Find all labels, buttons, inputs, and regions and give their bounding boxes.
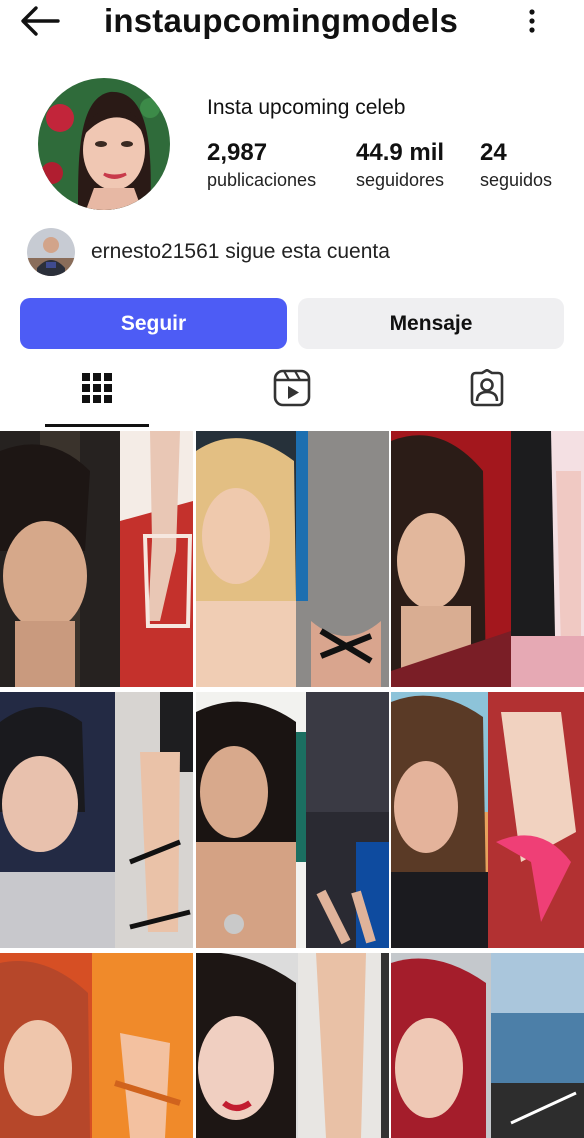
message-button[interactable]: Mensaje xyxy=(298,298,564,349)
followers-count[interactable]: 44.9 mil xyxy=(356,139,444,167)
post-thumbnail[interactable] xyxy=(196,692,389,948)
followed-by-text[interactable]: ernesto21561 sigue esta cuenta xyxy=(91,240,390,264)
profile-avatar[interactable] xyxy=(38,78,170,210)
follower-avatar[interactable] xyxy=(27,228,75,276)
grid-icon xyxy=(82,373,112,403)
reels-icon xyxy=(273,369,311,407)
posts-count[interactable]: 2,987 xyxy=(207,139,267,167)
followers-label[interactable]: seguidores xyxy=(356,170,444,191)
post-thumbnail[interactable] xyxy=(391,953,584,1138)
top-bar: instaupcomingmodels xyxy=(0,0,584,44)
post-thumbnail[interactable] xyxy=(0,431,193,687)
tab-reels[interactable] xyxy=(262,366,322,410)
tab-posts-grid[interactable] xyxy=(67,366,127,410)
posts-grid xyxy=(0,431,584,1138)
post-thumbnail[interactable] xyxy=(0,692,193,948)
following-label[interactable]: seguidos xyxy=(480,170,552,191)
posts-label[interactable]: publicaciones xyxy=(207,170,316,191)
followed-by-suffix: sigue esta cuenta xyxy=(219,240,390,263)
more-options-icon[interactable] xyxy=(519,6,545,36)
post-thumbnail[interactable] xyxy=(391,431,584,687)
post-thumbnail[interactable] xyxy=(391,692,584,948)
active-tab-indicator xyxy=(45,424,149,427)
post-thumbnail[interactable] xyxy=(196,431,389,687)
tab-tagged[interactable] xyxy=(457,366,517,410)
following-count[interactable]: 24 xyxy=(480,139,507,167)
profile-display-name: Insta upcoming celeb xyxy=(207,96,406,119)
post-thumbnail[interactable] xyxy=(196,953,389,1138)
profile-username-title: instaupcomingmodels xyxy=(104,2,459,39)
back-arrow-icon[interactable] xyxy=(18,4,60,38)
tagged-icon xyxy=(470,369,504,407)
follower-username[interactable]: ernesto21561 xyxy=(91,240,219,263)
post-thumbnail[interactable] xyxy=(0,953,193,1138)
follow-button[interactable]: Seguir xyxy=(20,298,287,349)
